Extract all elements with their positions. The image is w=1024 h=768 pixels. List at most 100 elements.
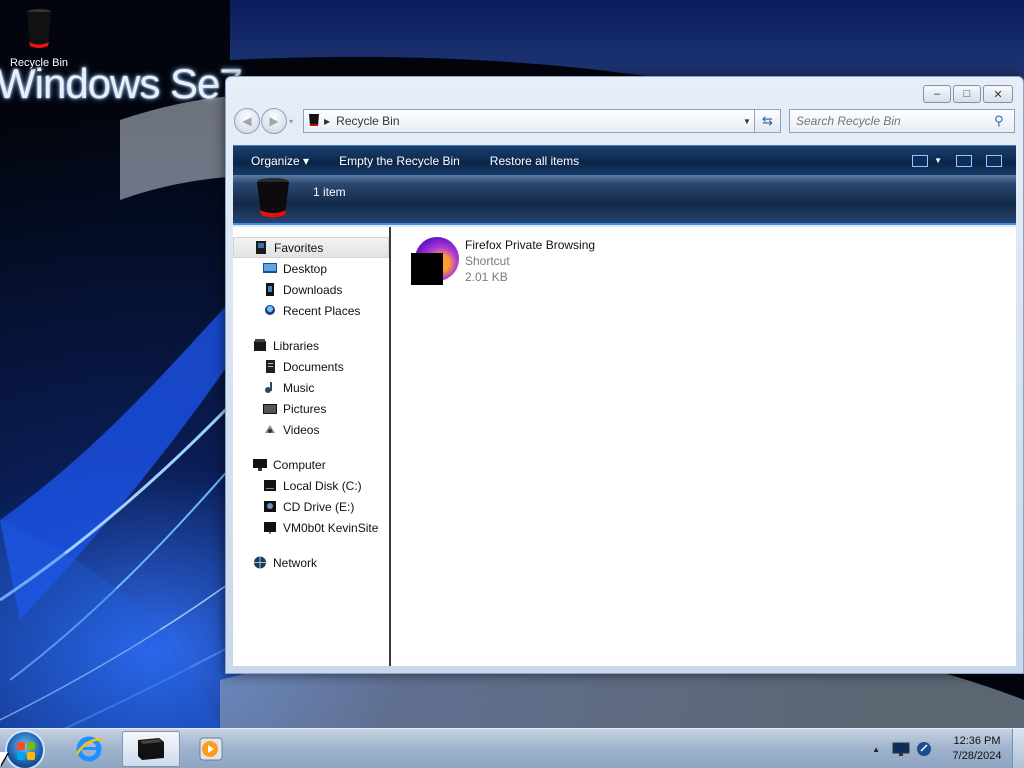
clock-date: 7/28/2024 (952, 750, 1002, 762)
nav-cd-drive-e[interactable]: CD Drive (E:) (233, 496, 389, 517)
desktop-icon (263, 263, 277, 273)
nav-label: Recent Places (283, 303, 361, 318)
downloads-icon (266, 283, 274, 296)
view-controls: ▼ (912, 154, 1016, 167)
network-globe-icon (254, 556, 266, 569)
explorer-icon (138, 738, 164, 760)
internet-explorer-icon (75, 736, 103, 762)
desktop-icon-label: Recycle Bin (9, 57, 69, 69)
recycle-bin-large-icon (255, 177, 291, 222)
show-desktop-button[interactable] (1012, 729, 1024, 768)
organize-label: Organize (251, 153, 300, 168)
taskbar-windows-explorer[interactable] (122, 731, 180, 767)
nav-computer[interactable]: Computer (233, 454, 389, 475)
nav-desktop[interactable]: Desktop (233, 258, 389, 279)
pictures-icon (263, 404, 277, 414)
maximize-button[interactable]: □ (953, 85, 981, 103)
nav-label: Videos (283, 422, 320, 437)
system-clock[interactable]: 12:36 PM 7/28/2024 (942, 734, 1012, 764)
search-box[interactable]: ⚲ (789, 109, 1015, 133)
item-count: 1 item (313, 185, 346, 199)
minimize-icon: – (933, 88, 941, 100)
nav-favorites[interactable]: Favorites (233, 237, 389, 258)
mouse-cursor-icon (0, 752, 8, 766)
close-button[interactable]: ✕ (983, 85, 1013, 103)
close-icon: ✕ (993, 88, 1003, 101)
nav-label: Desktop (283, 261, 328, 276)
file-size: 2.01 KB (465, 270, 508, 284)
nav-recent-places[interactable]: Recent Places (233, 300, 389, 321)
file-list: Firefox Private Browsing Shortcut 2.01 K… (391, 227, 1016, 666)
nav-label: Music (283, 380, 315, 395)
recycle-bin-small-icon (308, 113, 320, 130)
navigation-row: ◀ ▶ ▾ ▶ Recycle Bin ▼ ⇆ ⚲ (234, 107, 1015, 135)
notification-area: ▲ 12:36 PM 7/28/2024 (872, 729, 1024, 768)
folder-header: 1 item (233, 175, 1016, 225)
back-arrow-icon: ◀ (242, 114, 252, 128)
nav-music[interactable]: Music (233, 377, 389, 398)
file-item[interactable]: Firefox Private Browsing Shortcut 2.01 K… (411, 237, 595, 285)
volume-icon[interactable] (916, 741, 932, 757)
restore-all-items-button[interactable]: Restore all items (490, 154, 579, 168)
refresh-icon: ⇆ (762, 113, 773, 128)
nav-label: Documents (283, 359, 344, 374)
empty-recycle-bin-button[interactable]: Empty the Recycle Bin (339, 154, 460, 168)
recycle-bin-icon (6, 6, 72, 53)
hard-disk-icon (264, 480, 276, 491)
back-button[interactable]: ◀ (234, 108, 260, 134)
recent-pages-dropdown[interactable]: ▾ (289, 117, 299, 126)
change-view-icon[interactable] (912, 154, 929, 167)
organize-button[interactable]: Organize ▾ (251, 154, 309, 168)
breadcrumb-chevron-icon[interactable]: ▶ (324, 117, 330, 126)
nav-downloads[interactable]: Downloads (233, 279, 389, 300)
search-icon[interactable]: ⚲ (994, 113, 1014, 129)
firefox-private-icon (411, 237, 459, 285)
file-details: Firefox Private Browsing Shortcut 2.01 K… (465, 237, 595, 285)
search-input[interactable] (796, 114, 994, 128)
breadcrumb-recycle-bin[interactable]: Recycle Bin (336, 114, 399, 128)
network-status-icon[interactable] (892, 742, 910, 756)
chevron-down-icon: ▾ (303, 153, 310, 168)
recent-places-icon (265, 305, 275, 315)
help-icon[interactable] (986, 154, 1002, 167)
documents-icon (266, 360, 275, 373)
nav-pictures[interactable]: Pictures (233, 398, 389, 419)
nav-documents[interactable]: Documents (233, 356, 389, 377)
nav-network-drive[interactable]: VM0b0t KevinSite (233, 517, 389, 538)
nav-videos[interactable]: Videos (233, 419, 389, 440)
nav-label: Computer (273, 457, 326, 472)
main-pane: Favorites Desktop Downloads Recent Place… (233, 227, 1016, 666)
taskbar-internet-explorer[interactable] (60, 731, 118, 767)
address-bar[interactable]: ▶ Recycle Bin ▼ (303, 109, 755, 133)
cd-drive-icon (264, 501, 276, 512)
forward-button[interactable]: ▶ (261, 108, 287, 134)
explorer-window: – □ ✕ ◀ ▶ ▾ ▶ Recycle Bin ▼ ⇆ ⚲ Organize… (225, 76, 1024, 674)
file-type: Shortcut (465, 254, 510, 268)
address-dropdown-icon[interactable]: ▼ (740, 117, 754, 126)
preview-pane-icon[interactable] (956, 154, 972, 167)
nav-local-disk-c[interactable]: Local Disk (C:) (233, 475, 389, 496)
command-bar: Organize ▾ Empty the Recycle Bin Restore… (233, 145, 1016, 175)
forward-arrow-icon: ▶ (269, 114, 279, 128)
network-drive-icon (264, 522, 276, 534)
nav-label: Downloads (283, 282, 343, 297)
minimize-button[interactable]: – (923, 85, 951, 103)
taskbar-media-player[interactable] (182, 731, 240, 767)
show-hidden-icons-icon[interactable]: ▲ (872, 745, 880, 754)
start-button[interactable] (5, 730, 45, 768)
nav-label: Favorites (274, 240, 324, 255)
refresh-button[interactable]: ⇆ (755, 109, 781, 133)
windows-logo-icon (17, 742, 35, 760)
shortcut-overlay-icon (411, 253, 443, 285)
nav-libraries[interactable]: Libraries (233, 335, 389, 356)
nav-network[interactable]: Network (233, 552, 389, 573)
videos-icon (265, 425, 275, 433)
clock-time: 12:36 PM (953, 735, 1001, 747)
caption-buttons: – □ ✕ (923, 85, 1013, 103)
nav-label: Local Disk (C:) (283, 478, 362, 493)
view-options-chevron-icon[interactable]: ▼ (934, 156, 942, 165)
libraries-group: Libraries Documents Music Pictures Video… (233, 335, 389, 440)
nav-label: Network (273, 555, 318, 570)
nav-label: CD Drive (E:) (283, 499, 355, 514)
desktop-icon-recycle-bin[interactable]: Recycle Bin (6, 6, 72, 69)
